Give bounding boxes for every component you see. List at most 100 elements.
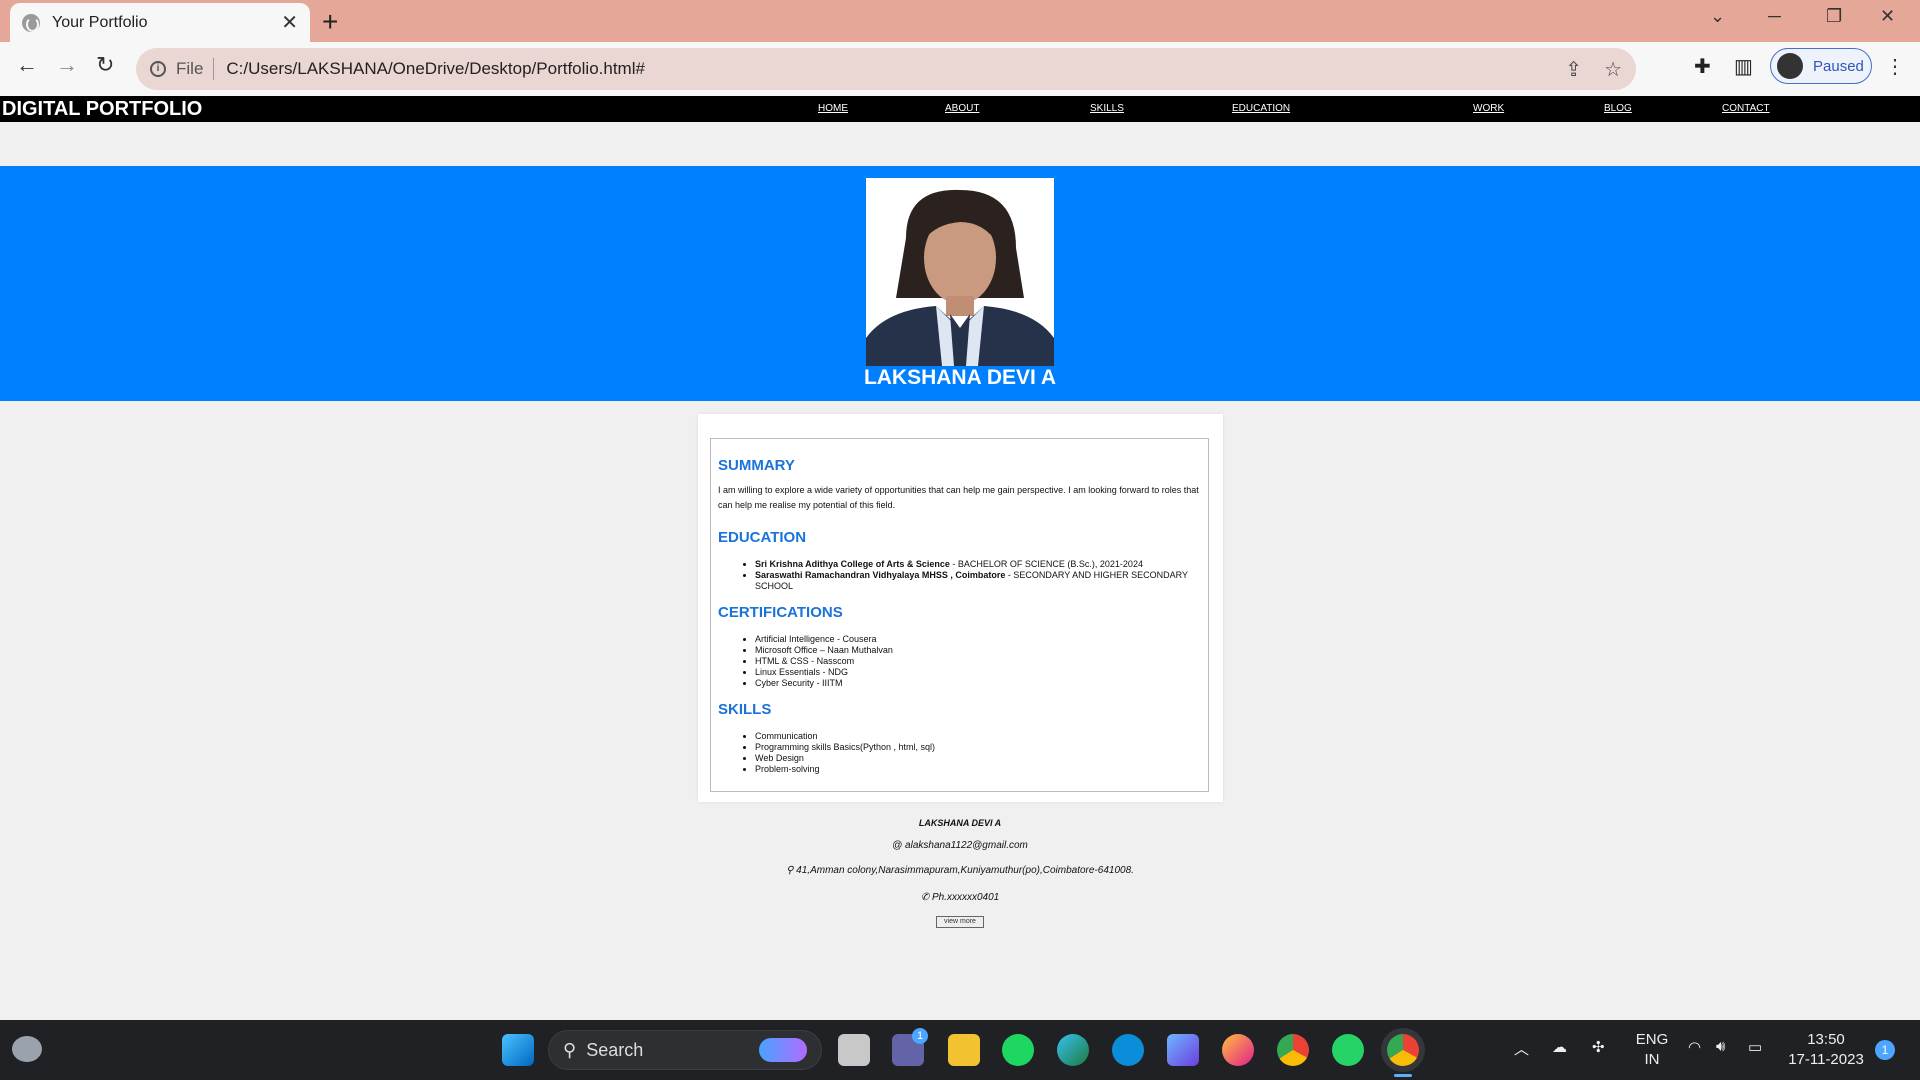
reload-icon[interactable]: ↻ xyxy=(96,52,114,78)
notification-badge[interactable]: 1 xyxy=(1875,1040,1895,1060)
tray-overflow-icon[interactable]: ︿ xyxy=(1514,1038,1529,1059)
close-window-icon[interactable]: ✕ xyxy=(1880,6,1895,27)
chrome-profile-icon[interactable] xyxy=(1387,1034,1419,1066)
battery-icon[interactable]: ▭ xyxy=(1748,1038,1762,1056)
edge-icon[interactable] xyxy=(1057,1034,1089,1066)
footer-name: LAKSHANA DEVI A xyxy=(918,818,1002,828)
clock-time: 13:50 xyxy=(1807,1031,1845,1048)
summary-text: I am willing to explore a wide variety o… xyxy=(718,485,1199,510)
search-icon: ⚲ xyxy=(563,1039,577,1060)
nav-work[interactable]: WORK xyxy=(1473,103,1504,114)
resume-card: SUMMARY I am willing to explore a wide v… xyxy=(698,414,1223,802)
hero-banner: LAKSHANA DEVI A xyxy=(0,166,1920,401)
list-item: Web Design xyxy=(755,753,1195,764)
list-item: Microsoft Office – Naan Muthalvan xyxy=(755,645,1195,656)
list-item: HTML & CSS - Nasscom xyxy=(755,656,1195,667)
onedrive-icon[interactable]: ☁ xyxy=(1552,1038,1567,1056)
list-item: Cyber Security - IIITM xyxy=(755,678,1195,689)
volume-icon[interactable]: 🔊︎ xyxy=(1716,1038,1725,1055)
view-more-button[interactable]: view more xyxy=(936,916,984,928)
taskbar-search-label: Search xyxy=(586,1039,644,1060)
education-detail: - BACHELOR OF SCIENCE (B.Sc.), 2021-2024 xyxy=(949,559,1143,569)
forward-icon[interactable]: → xyxy=(56,52,78,78)
active-app-indicator xyxy=(1394,1074,1412,1077)
skills-list: Communication Programming skills Basics(… xyxy=(755,731,1195,775)
profile-status: Paused xyxy=(1813,57,1864,75)
nav-about[interactable]: ABOUT xyxy=(945,103,979,114)
restore-icon[interactable]: ❐ xyxy=(1826,6,1842,27)
url-text[interactable]: C:/Users/LAKSHANA/OneDrive/Desktop/Portf… xyxy=(226,59,1543,79)
side-panel-icon[interactable]: ▥ xyxy=(1734,54,1753,79)
address-bar[interactable]: i File C:/Users/LAKSHANA/OneDrive/Deskto… xyxy=(136,48,1636,90)
chrome-icon[interactable] xyxy=(1277,1034,1309,1066)
nav-blog[interactable]: BLOG xyxy=(1604,103,1632,114)
list-item: Artificial Intelligence - Cousera xyxy=(755,634,1195,645)
nav-home[interactable]: HOME xyxy=(818,103,848,114)
footer-email: @ alakshana1122@gmail.com xyxy=(892,840,1028,851)
summary-heading: SUMMARY xyxy=(718,457,795,474)
certifications-heading: CERTIFICATIONS xyxy=(718,604,843,621)
site-info-icon[interactable]: i xyxy=(150,61,166,77)
education-school: Sri Krishna Adithya College of Arts & Sc… xyxy=(755,559,950,569)
site-brand: DIGITAL PORTFOLIO xyxy=(2,98,203,120)
whatsapp-icon[interactable] xyxy=(1332,1034,1364,1066)
weather-widget-icon[interactable] xyxy=(12,1036,42,1062)
wifi-icon[interactable]: ◠ xyxy=(1688,1038,1701,1056)
clock[interactable]: 13:50 17-11-2023 xyxy=(1786,1030,1866,1070)
nav-skills[interactable]: SKILLS xyxy=(1090,103,1124,114)
back-icon[interactable]: ← xyxy=(16,52,38,78)
nav-education[interactable]: EDUCATION xyxy=(1232,103,1290,114)
new-tab-button[interactable]: + xyxy=(322,6,338,38)
spotify-icon[interactable] xyxy=(1002,1034,1034,1066)
avatar xyxy=(1777,53,1803,79)
profile-button[interactable]: Paused xyxy=(1770,48,1872,84)
extensions-puzzle-icon[interactable]: ✚ xyxy=(1694,54,1711,79)
list-item: Linux Essentials - NDG xyxy=(755,667,1195,678)
nav-contact[interactable]: CONTACT xyxy=(1722,103,1770,114)
footer-phone: ✆ Ph.xxxxxx0401 xyxy=(920,892,1000,903)
minimize-icon[interactable]: ─ xyxy=(1768,6,1781,27)
share-icon[interactable]: ⇪ xyxy=(1565,57,1582,82)
hero-name: LAKSHANA DEVI A xyxy=(863,366,1057,389)
chat-badge: 1 xyxy=(912,1028,928,1044)
certifications-list: Artificial Intelligence - Cousera Micros… xyxy=(755,634,1195,689)
language-indicator[interactable]: ENG IN xyxy=(1634,1030,1670,1070)
globe-icon xyxy=(22,13,40,32)
omnibox-separator xyxy=(213,58,215,80)
footer-address: ⚲ 41,Amman colony,Narasimmapuram,Kuniyam… xyxy=(786,865,1134,876)
browser-tab[interactable]: Your Portfolio ✕ xyxy=(10,3,310,42)
site-navbar: DIGITAL PORTFOLIO HOME ABOUT SKILLS EDUC… xyxy=(0,96,1920,122)
firefox-icon[interactable] xyxy=(1222,1034,1254,1066)
task-view-icon[interactable] xyxy=(838,1034,870,1066)
clock-date: 17-11-2023 xyxy=(1788,1051,1864,1068)
windows-start-icon[interactable] xyxy=(502,1034,534,1066)
list-item: Sri Krishna Adithya College of Arts & Sc… xyxy=(755,559,1195,570)
bookmark-star-icon[interactable]: ☆ xyxy=(1604,57,1622,82)
tab-title: Your Portfolio xyxy=(52,13,148,31)
file-label: File xyxy=(176,59,204,78)
lang-top: ENG xyxy=(1635,1031,1669,1048)
more-menu-icon[interactable]: ⋮ xyxy=(1885,54,1905,79)
skype-icon[interactable] xyxy=(1112,1034,1144,1066)
profile-photo xyxy=(866,178,1054,366)
browser-toolbar: ← → ↻ i File C:/Users/LAKSHANA/OneDrive/… xyxy=(0,42,1920,96)
list-item: Programming skills Basics(Python , html,… xyxy=(755,742,1195,753)
resume-card-inner: SUMMARY I am willing to explore a wide v… xyxy=(710,438,1209,792)
profile-photo-image xyxy=(866,178,1054,366)
app-tray-icon[interactable]: ✣ xyxy=(1592,1038,1605,1056)
list-item: Communication xyxy=(755,731,1195,742)
taskbar: ⚲ Search 1 ︿ ☁ ✣ ENG IN ◠ 🔊︎ ▭ 13:50 17-… xyxy=(0,1020,1920,1080)
list-item: Saraswathi Ramachandran Vidhyalaya MHSS … xyxy=(755,570,1195,592)
search-highlight-icon xyxy=(759,1038,807,1062)
education-list: Sri Krishna Adithya College of Arts & Sc… xyxy=(755,559,1195,592)
lang-bottom: IN xyxy=(1644,1051,1660,1068)
bing-icon[interactable] xyxy=(1167,1034,1199,1066)
close-tab-icon[interactable]: ✕ xyxy=(281,10,298,35)
file-explorer-icon[interactable] xyxy=(948,1034,980,1066)
list-item: Problem-solving xyxy=(755,764,1195,775)
taskbar-search[interactable]: ⚲ Search xyxy=(548,1030,822,1070)
tab-search-chevron-icon[interactable]: ⌄ xyxy=(1710,6,1725,27)
skills-heading: SKILLS xyxy=(718,701,772,718)
page-viewport: DIGITAL PORTFOLIO HOME ABOUT SKILLS EDUC… xyxy=(0,96,1920,1020)
education-school: Saraswathi Ramachandran Vidhyalaya MHSS … xyxy=(755,570,1006,580)
